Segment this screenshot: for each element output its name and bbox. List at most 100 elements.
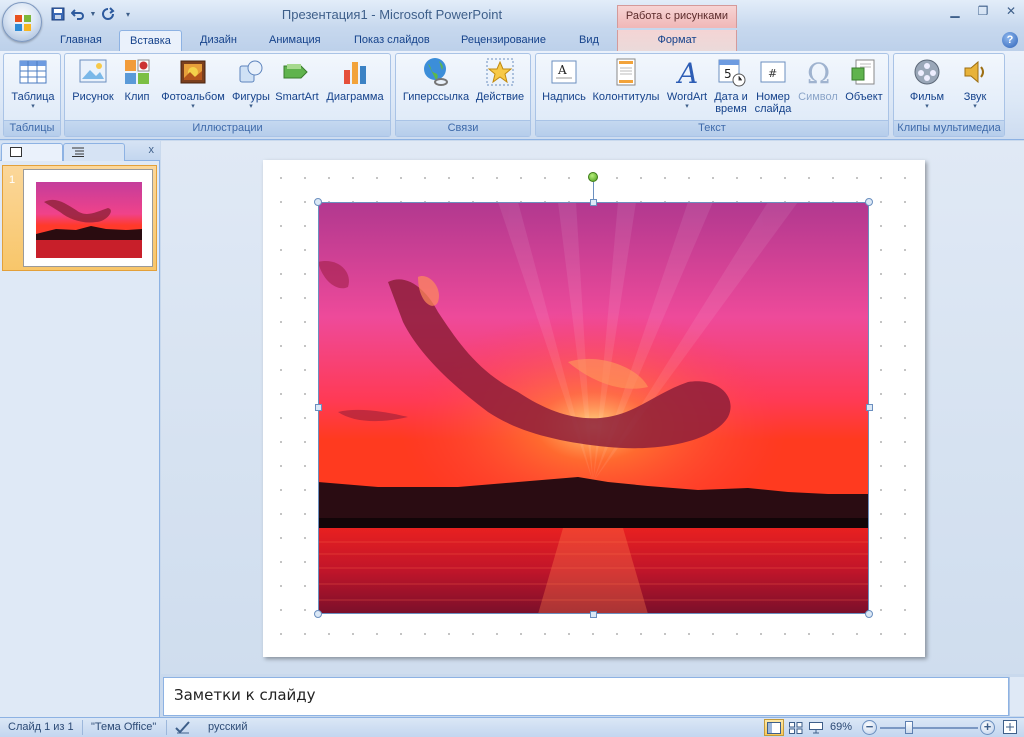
action-star-icon [486, 58, 514, 86]
normal-view-button[interactable] [764, 719, 784, 736]
minimize-icon[interactable]: ▁ [948, 4, 962, 18]
smartart-button[interactable]: SmartArt [272, 56, 322, 103]
tab-view[interactable]: Вид [569, 30, 609, 52]
tab-slideshow[interactable]: Показ слайдов [344, 30, 440, 52]
resize-handle-top-left[interactable] [314, 198, 322, 206]
shapes-dropdown-icon: ▾ [249, 103, 253, 110]
resize-handle-top[interactable] [590, 199, 597, 206]
tab-design[interactable]: Дизайн [190, 30, 247, 52]
hyperlink-button[interactable]: Гиперссылка [400, 56, 472, 103]
window-controls: ▁ ❐ ✕ [948, 4, 1018, 18]
symbol-button[interactable]: Ω Символ [795, 56, 841, 103]
tab-insert[interactable]: Вставка [119, 30, 182, 52]
theme-status[interactable]: "Тема Office" [91, 721, 156, 733]
table-button[interactable]: Таблица ▾ [8, 56, 58, 111]
close-pane-icon[interactable]: x [149, 144, 155, 156]
object-icon [851, 59, 875, 85]
resize-handle-right[interactable] [866, 404, 873, 411]
tab-outline[interactable] [63, 143, 125, 161]
movie-button[interactable]: Фильм ▾ [900, 56, 954, 111]
office-button[interactable] [2, 2, 42, 42]
slide-number-label: 1 [9, 174, 16, 186]
group-label-illustrations: Иллюстрации [65, 120, 390, 136]
shapes-button[interactable]: Фигуры ▾ [228, 56, 274, 111]
svg-text:#: # [768, 67, 777, 80]
group-text: A Надпись Колонтитулы A WordArt ▾ 5 Дата… [535, 53, 889, 137]
slides-tab-icon [10, 147, 22, 157]
sound-button[interactable]: Звук ▾ [952, 56, 998, 111]
sunset-picture[interactable] [318, 202, 869, 614]
tab-slides[interactable] [1, 143, 63, 161]
slide-editing-area [161, 141, 1024, 674]
action-button[interactable]: Действие [472, 56, 528, 103]
slide-thumbnail-selected[interactable]: 1 [2, 165, 157, 271]
wordart-icon: A [675, 57, 698, 88]
slideshow-view-button[interactable] [806, 719, 826, 736]
svg-text:Ω: Ω [807, 57, 830, 88]
header-footer-button[interactable]: Колонтитулы [589, 56, 663, 103]
fit-to-window-icon[interactable] [1002, 719, 1018, 737]
ribbon: Таблица ▾ Таблицы Рисунок Клип Фотоальбо… [0, 51, 1024, 140]
resize-handle-bottom[interactable] [590, 611, 597, 618]
zoom-in-icon[interactable]: + [980, 720, 995, 735]
tab-animation[interactable]: Анимация [259, 30, 331, 52]
textbox-icon: A [551, 60, 577, 84]
language-status[interactable]: русский [208, 721, 247, 733]
resize-handle-left[interactable] [315, 404, 322, 411]
svg-text:A: A [557, 63, 567, 77]
datetime-button[interactable]: 5 Дата и время [711, 56, 751, 115]
slide-canvas[interactable] [263, 160, 925, 657]
object-button[interactable]: Объект [841, 56, 887, 103]
group-label-text: Текст [536, 120, 888, 136]
group-tables: Таблица ▾ Таблицы [3, 53, 61, 137]
picture-tools-header: Работа с рисунками [617, 5, 737, 28]
slide-sorter-view-button[interactable] [786, 719, 806, 736]
svg-text:A: A [675, 57, 698, 88]
group-links: Гиперссылка Действие Связи [395, 53, 531, 137]
hyperlink-globe-icon [424, 58, 448, 86]
notes-scrollbar[interactable] [1009, 677, 1024, 716]
omega-symbol-icon: Ω [807, 57, 830, 88]
zoom-slider-track[interactable] [880, 727, 978, 729]
clip-button[interactable]: Клип [118, 56, 156, 103]
window-title: Презентация1 - Microsoft PowerPoint [281, 7, 503, 22]
office-logo-icon [15, 15, 31, 31]
resize-handle-bottom-right[interactable] [865, 610, 873, 618]
ribbon-tabs: Главная Вставка Дизайн Анимация Показ сл… [0, 28, 1024, 52]
tab-format[interactable]: Формат [617, 30, 737, 52]
zoom-level[interactable]: 69% [830, 721, 852, 733]
notes-pane[interactable]: Заметки к слайду [163, 677, 1009, 716]
resize-handle-top-right[interactable] [865, 198, 873, 206]
sunset-image [318, 202, 869, 614]
rotation-handle[interactable] [588, 172, 598, 182]
photoalbum-button[interactable]: Фотоальбом ▾ [158, 56, 228, 111]
restore-icon[interactable]: ❐ [976, 4, 990, 18]
movie-dropdown-icon: ▾ [925, 103, 929, 110]
group-illustrations: Рисунок Клип Фотоальбом ▾ Фигуры ▾ Smart… [64, 53, 391, 137]
svg-text:5: 5 [724, 67, 732, 81]
calendar-clock-icon: 5 [718, 59, 746, 87]
picture-button[interactable]: Рисунок [68, 56, 118, 103]
table-dropdown-icon: ▾ [31, 103, 35, 110]
tab-review[interactable]: Рецензирование [451, 30, 556, 52]
tab-home[interactable]: Главная [50, 30, 112, 52]
sound-dropdown-icon: ▾ [973, 103, 977, 110]
status-bar: Слайд 1 из 1 "Тема Office" русский 69% −… [0, 717, 1024, 737]
close-icon[interactable]: ✕ [1004, 4, 1018, 18]
speaker-icon [964, 60, 984, 84]
group-label-media: Клипы мультимедиа [894, 120, 1004, 136]
slide-thumbnail[interactable] [23, 169, 153, 267]
outline-tab-icon [72, 147, 84, 157]
spellcheck-icon[interactable] [174, 719, 192, 737]
zoom-slider-thumb[interactable] [905, 721, 913, 734]
resize-handle-bottom-left[interactable] [314, 610, 322, 618]
header-footer-icon [616, 58, 636, 86]
textbox-button[interactable]: A Надпись [539, 56, 589, 103]
help-icon[interactable]: ? [1002, 32, 1018, 48]
zoom-out-icon[interactable]: − [862, 720, 877, 735]
chart-icon [344, 62, 366, 84]
wordart-button[interactable]: A WordArt ▾ [663, 56, 711, 111]
chart-button[interactable]: Диаграмма [322, 56, 388, 103]
slideshow-icon [809, 721, 823, 733]
slide-number-button[interactable]: # Номер слайда [751, 56, 795, 115]
